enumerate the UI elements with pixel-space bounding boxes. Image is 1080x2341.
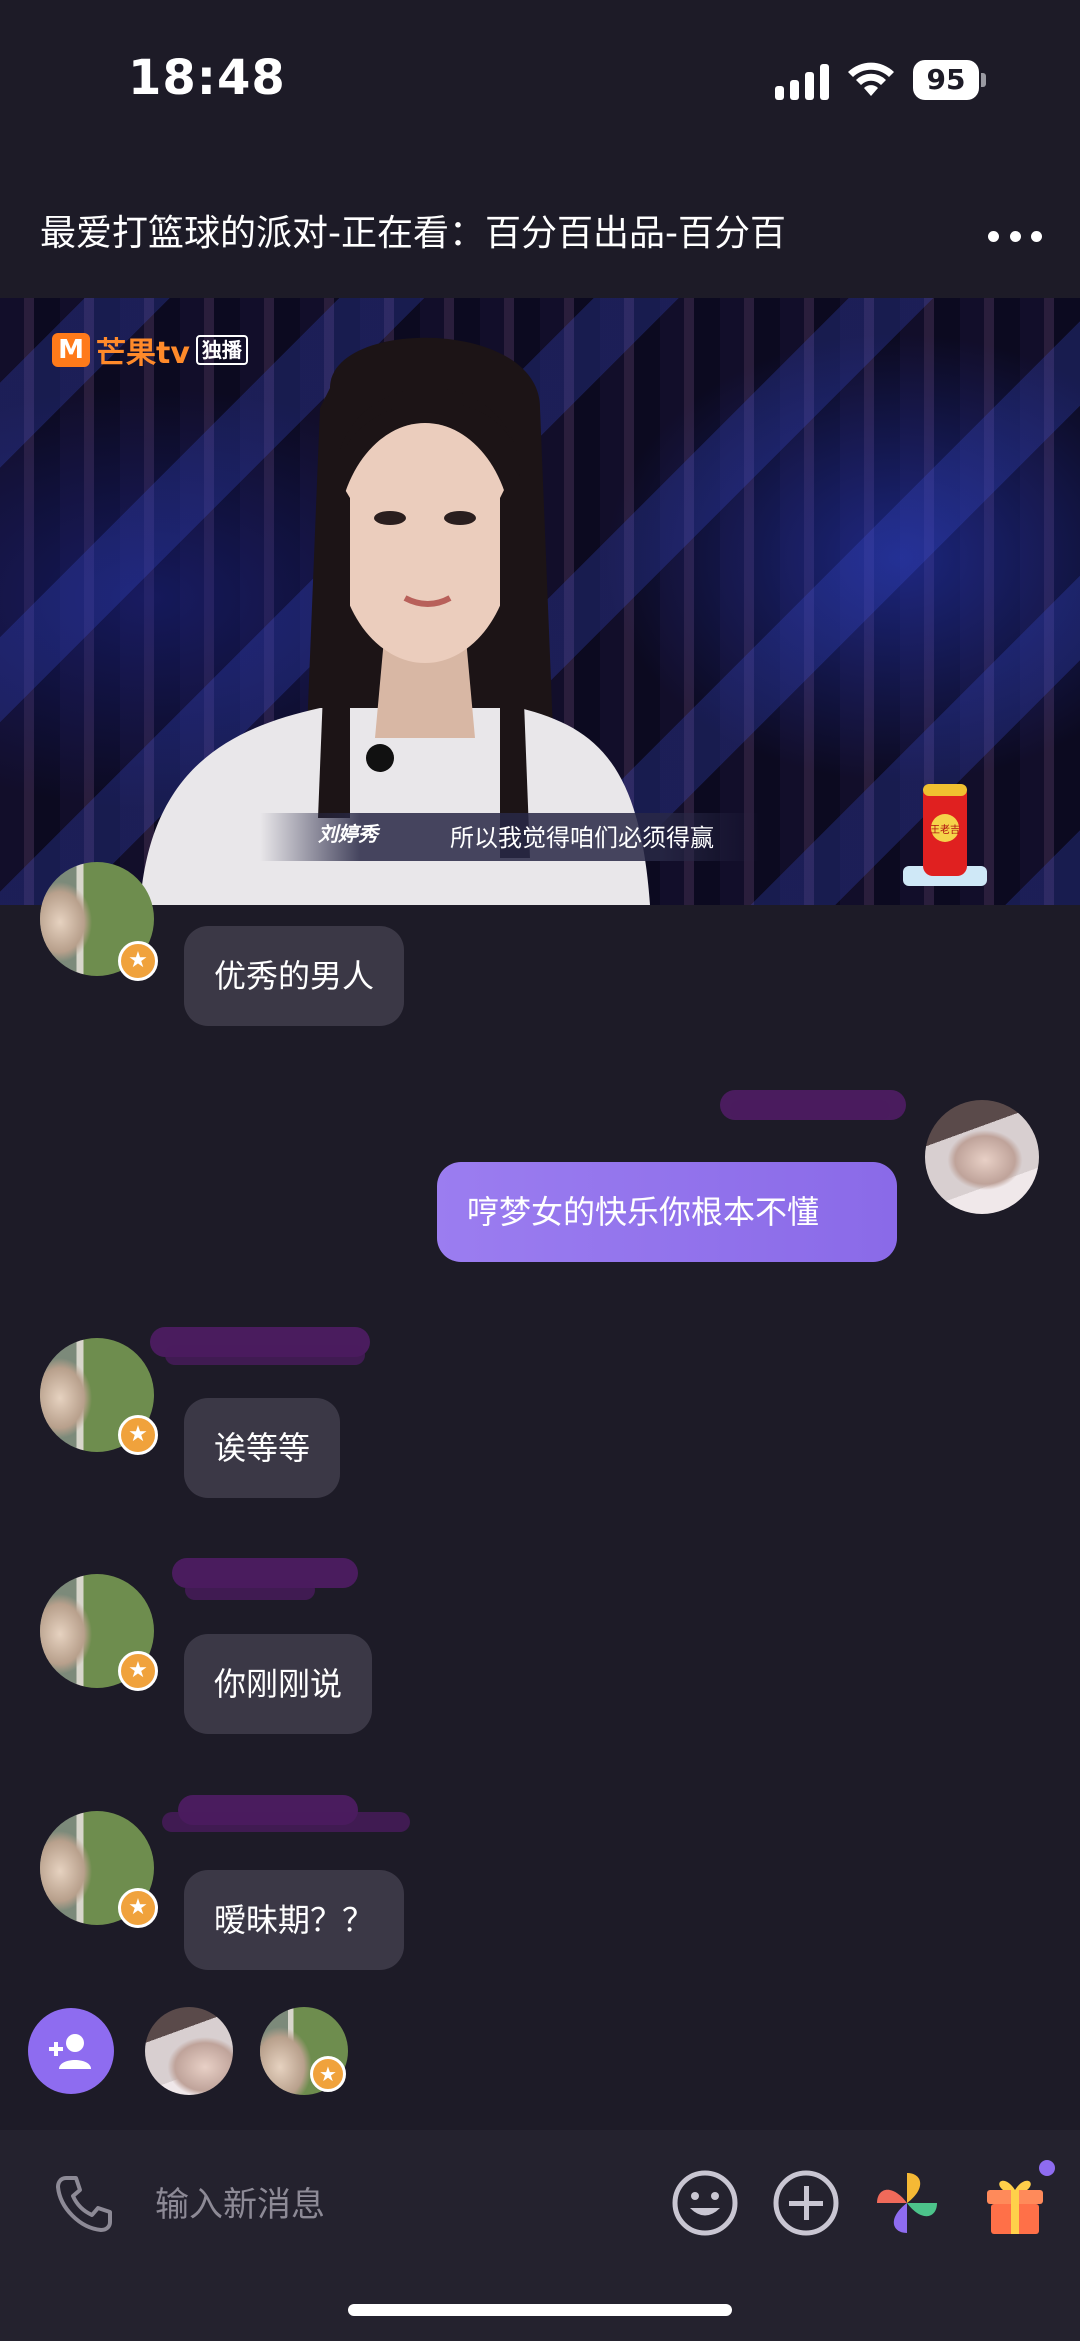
home-indicator[interactable] — [348, 2304, 732, 2316]
message-bubble[interactable]: 优秀的男人 — [184, 926, 405, 1026]
message-bubble[interactable]: 你刚刚说 — [184, 1634, 373, 1734]
message-bubble[interactable]: 暧昧期？？ — [184, 1870, 405, 1970]
star-badge-icon: ★ — [118, 1415, 158, 1455]
member-avatar[interactable] — [145, 2007, 233, 2095]
message-input[interactable] — [155, 2175, 635, 2235]
video-subtitle: 所以我觉得咱们必须得赢 — [450, 824, 714, 852]
add-user-icon — [49, 2034, 91, 2069]
gift-icon[interactable] — [975, 2160, 1055, 2240]
can-label: 王老吉 — [930, 823, 960, 836]
wifi-icon — [848, 62, 894, 96]
status-bar: 18:48 95 — [0, 0, 1080, 160]
chat-header: 最爱打篮球的派对-正在看：百分百出品-百分百 — [0, 160, 1080, 298]
phone-icon[interactable] — [52, 2172, 116, 2236]
logo-text: 芒果tv — [96, 336, 190, 371]
battery-indicator: 95 — [913, 60, 986, 100]
logo-badge: 独播 — [195, 335, 248, 365]
room-title: 最爱打篮球的派对-正在看：百分百出品-百分百 — [40, 213, 786, 254]
message-bubble[interactable]: 诶等等 — [184, 1398, 341, 1498]
emoji-icon[interactable] — [670, 2168, 740, 2238]
star-badge-icon: ★ — [118, 1651, 158, 1691]
add-member-button[interactable] — [28, 2008, 114, 2094]
battery-level: 95 — [913, 60, 979, 100]
channel-logo: M 芒果tv 独播 — [52, 332, 248, 371]
more-dots-icon — [988, 230, 999, 242]
message-bubble-self[interactable]: 哼梦女的快乐你根本不懂 — [437, 1162, 897, 1262]
star-badge-icon: ★ — [118, 1888, 158, 1928]
my-avatar[interactable] — [925, 1100, 1039, 1214]
mango-logo-icon: M — [52, 333, 90, 367]
speaker-name: 刘婷秀 — [318, 822, 378, 846]
pinwheel-icon[interactable] — [872, 2168, 942, 2238]
star-badge-icon: ★ — [310, 2056, 346, 2092]
more-options-button[interactable] — [980, 218, 1050, 254]
clock: 18:48 — [128, 50, 286, 106]
sponsor-can-icon: 王老吉 — [903, 784, 987, 886]
video-player[interactable]: M 芒果tv 独播 刘婷秀 所以我觉得咱们必须得赢 王老吉 — [0, 298, 1080, 905]
cellular-signal-icon — [775, 62, 831, 100]
plus-icon[interactable] — [771, 2168, 841, 2238]
star-badge-icon: ★ — [118, 941, 158, 981]
